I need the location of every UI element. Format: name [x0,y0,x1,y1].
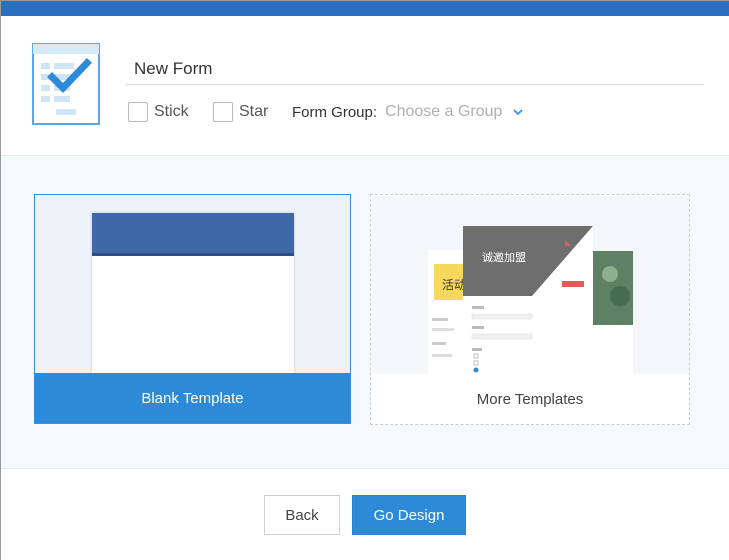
template-picker: Blank Template 活动 诚邀加盟 More Templates [1,156,729,469]
dialog-footer: Back Go Design [1,469,729,560]
dialog-title-bar [1,1,729,16]
stick-label: Stick [154,103,189,120]
blank-template-card[interactable]: Blank Template [34,194,351,424]
chevron-down-icon[interactable] [512,106,524,118]
form-name-input[interactable] [126,53,704,85]
preview-left-text: 活动 [442,278,466,292]
star-label: Star [239,103,269,120]
more-templates-label: More Templates [371,374,689,424]
preview-banner-text: 诚邀加盟 [482,250,526,264]
form-group-select[interactable]: Choose a Group [385,103,502,121]
form-group-row: Form Group: Choose a Group [292,102,524,122]
form-group-label: Form Group: [292,103,378,121]
back-button[interactable]: Back [264,495,340,535]
new-form-dialog: Stick Star Form Group: Choose a Group Bl… [0,0,729,560]
more-templates-card[interactable]: 活动 诚邀加盟 More Templates [370,194,690,425]
star-option[interactable]: Star [213,101,268,123]
form-settings-header: Stick Star Form Group: Choose a Group [1,16,729,156]
star-checkbox[interactable] [213,102,233,122]
go-design-button[interactable]: Go Design [352,495,466,535]
blank-template-label: Blank Template [35,373,350,423]
stick-option[interactable]: Stick [128,101,189,123]
blank-template-preview [92,213,294,373]
more-templates-preview: 活动 诚邀加盟 [372,196,689,376]
form-checklist-icon [32,43,100,125]
blank-preview-header [92,213,294,256]
stick-checkbox[interactable] [128,102,148,122]
